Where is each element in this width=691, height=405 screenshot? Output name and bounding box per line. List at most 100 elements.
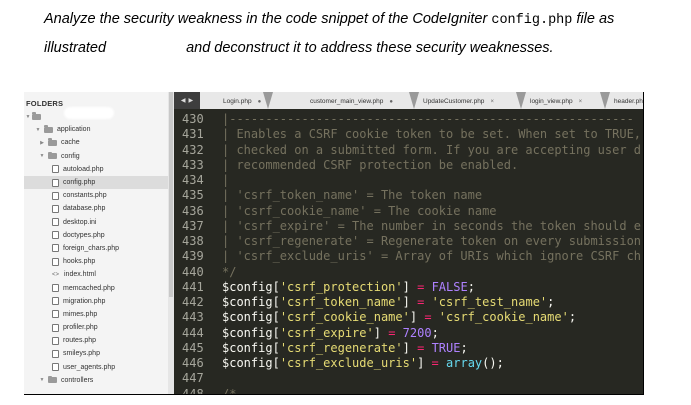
tree-file[interactable]: config.php — [24, 175, 168, 190]
code-line[interactable]: 440 */ — [174, 265, 643, 280]
code-token: $config — [222, 279, 273, 294]
code-line[interactable]: 441 $config['csrf_protection'] = FALSE; — [174, 279, 643, 295]
code-token: ] — [409, 310, 425, 325]
sidebar-scrollbar-thumb[interactable] — [169, 92, 173, 297]
tab-bar: ◀ ▶ Login.php ● customer_main_view.php ● Upd… — [174, 92, 644, 109]
code-token: 'csrf_expire' — [279, 325, 374, 340]
code-line[interactable]: 447 — [174, 371, 643, 386]
tree-folder[interactable]: ▼ config — [24, 150, 168, 163]
tree-file[interactable]: routes.php — [24, 334, 168, 347]
line-number: 441 — [182, 279, 204, 294]
folder-icon — [32, 112, 41, 120]
unsaved-dot-icon[interactable]: ● — [258, 99, 262, 105]
code-line[interactable]: 436 | 'csrf_cookie_name' = The cookie nam… — [174, 204, 643, 219]
unsaved-dot-icon[interactable]: ● — [389, 99, 393, 105]
file-icon — [52, 257, 59, 266]
tree-item-label: controllers — [61, 376, 94, 384]
code-text: $config['csrf_regenerate'] = TRUE; — [222, 341, 468, 356]
editor-tab[interactable]: header.php — [614, 94, 644, 109]
nav-left-icon[interactable]: ◀ — [181, 97, 186, 104]
tree-file[interactable]: autoload.php — [24, 163, 168, 176]
tree-file[interactable]: constants.php — [24, 189, 168, 202]
tree-folder[interactable]: ▼ application — [24, 123, 168, 136]
code-line[interactable]: 432 | checked on a submitted form. If you… — [174, 143, 643, 158]
tree-folder[interactable]: ▶ cache — [24, 136, 168, 149]
line-number: 446 — [182, 356, 204, 370]
tree-file[interactable]: user_agents.php — [24, 361, 168, 374]
code-line[interactable]: 444 $config['csrf_expire'] = 7200; — [174, 326, 643, 341]
file-icon — [52, 297, 59, 306]
question-text: Analyze the security weakness in the cod… — [0, 0, 691, 80]
file-icon — [52, 310, 59, 319]
tree-file[interactable]: hooks.php — [24, 255, 168, 268]
code-line[interactable]: 430 |------------------------------------… — [174, 112, 643, 127]
tab-label: Login.php — [223, 98, 252, 105]
tree-file[interactable]: foreign_chars.php — [24, 242, 168, 255]
tree-file[interactable]: doctypes.php — [24, 229, 168, 242]
editor-tab[interactable]: Login.php ● — [223, 94, 261, 109]
tree-item-label: migration.php — [63, 297, 106, 305]
code-text: | 'csrf_exclude_uris' = Array of URIs wh… — [222, 249, 641, 264]
tree-file[interactable]: mimes.php — [24, 308, 168, 321]
code-line[interactable]: 443 $config['csrf_cookie_name'] = 'csrf_c… — [174, 310, 643, 325]
code-text: $config['csrf_expire'] = 7200; — [222, 326, 439, 341]
tab-label: header.php — [614, 98, 644, 105]
collapse-icon[interactable]: ▼ — [38, 377, 46, 383]
code-line[interactable]: 437 | 'csrf_expire' = The number in secon… — [174, 219, 643, 234]
expand-icon[interactable]: ▶ — [38, 140, 46, 146]
file-icon — [52, 336, 59, 345]
file-icon — [52, 284, 59, 293]
code-token: $config — [222, 340, 273, 355]
code-token: [ — [272, 295, 280, 309]
editor-tab[interactable]: UpdateCustomer.php × — [423, 94, 494, 109]
collapse-icon[interactable]: ▼ — [34, 127, 42, 133]
code-text: | — [222, 173, 229, 188]
tree-file[interactable]: <> index.html — [24, 268, 168, 281]
code-line[interactable]: 438 | 'csrf_regenerate' = Regenerate toke… — [174, 234, 643, 249]
code-file-icon: <> — [52, 271, 60, 278]
tree-file[interactable]: smileys.php — [24, 347, 168, 360]
folder-icon — [48, 151, 57, 160]
code-text: */ — [222, 265, 236, 280]
tree-file[interactable]: memcached.php — [24, 281, 168, 294]
code-token: | Enables a CSRF cookie token to be set.… — [222, 127, 642, 142]
code-line[interactable]: 446 $config['csrf_exclude_uris'] = array(… — [174, 356, 643, 371]
folder-icon — [48, 375, 57, 384]
line-number: 442 — [182, 295, 204, 309]
tree-item-label: routes.php — [63, 337, 97, 345]
code-line[interactable]: 431 | Enables a CSRF cookie token to be s… — [174, 127, 643, 142]
code-token: [ — [272, 340, 280, 355]
tab-nav-arrows[interactable]: ◀ ▶ — [174, 92, 200, 109]
code-token: [ — [272, 356, 280, 370]
tree-file[interactable]: profiler.php — [24, 321, 168, 334]
code-line[interactable]: 439 | 'csrf_exclude_uris' = Array of URIs… — [174, 249, 643, 264]
file-icon — [52, 349, 59, 358]
tree-file[interactable]: migration.php — [24, 295, 168, 308]
code-line[interactable]: 445 $config['csrf_regenerate'] = TRUE; — [174, 341, 643, 356]
tree-file[interactable]: database.php — [24, 202, 168, 215]
code-token: */ — [222, 264, 237, 279]
code-line[interactable]: 448 /* — [174, 387, 643, 395]
code-line[interactable]: 434 | — [174, 173, 643, 188]
tree-file[interactable]: desktop.ini — [24, 216, 168, 229]
question-line-1: Analyze the security weakness in the cod… — [44, 11, 614, 28]
line-number: 435 — [182, 188, 204, 203]
code-line[interactable]: 433 | recommended CSRF protection be enab… — [174, 158, 643, 173]
code-line[interactable]: 435 | 'csrf_token_name' = The token name — [174, 188, 643, 203]
code-token: ; — [547, 295, 555, 309]
editor-tab[interactable]: customer_main_view.php ● — [310, 94, 393, 109]
code-token: 'csrf_token_name' — [279, 295, 403, 309]
code-editor[interactable]: ◀ ▶ Login.php ● customer_main_view.php ● Upd… — [174, 92, 644, 395]
editor-tab[interactable]: login_view.php × — [530, 94, 582, 109]
line-number: 443 — [182, 310, 204, 325]
tree-folder[interactable]: ▼ controllers — [24, 374, 168, 387]
nav-right-icon[interactable]: ▶ — [189, 97, 194, 104]
expand-icon[interactable]: ▼ — [24, 114, 32, 120]
close-icon[interactable]: × — [579, 99, 583, 105]
close-icon[interactable]: × — [490, 99, 494, 105]
code-line[interactable]: 442 $config['csrf_token_name'] = 'csrf_te… — [174, 295, 643, 310]
tree-root[interactable]: ▼ — [24, 110, 168, 123]
collapse-icon[interactable]: ▼ — [38, 153, 46, 159]
tree-item-label: constants.php — [63, 192, 107, 200]
